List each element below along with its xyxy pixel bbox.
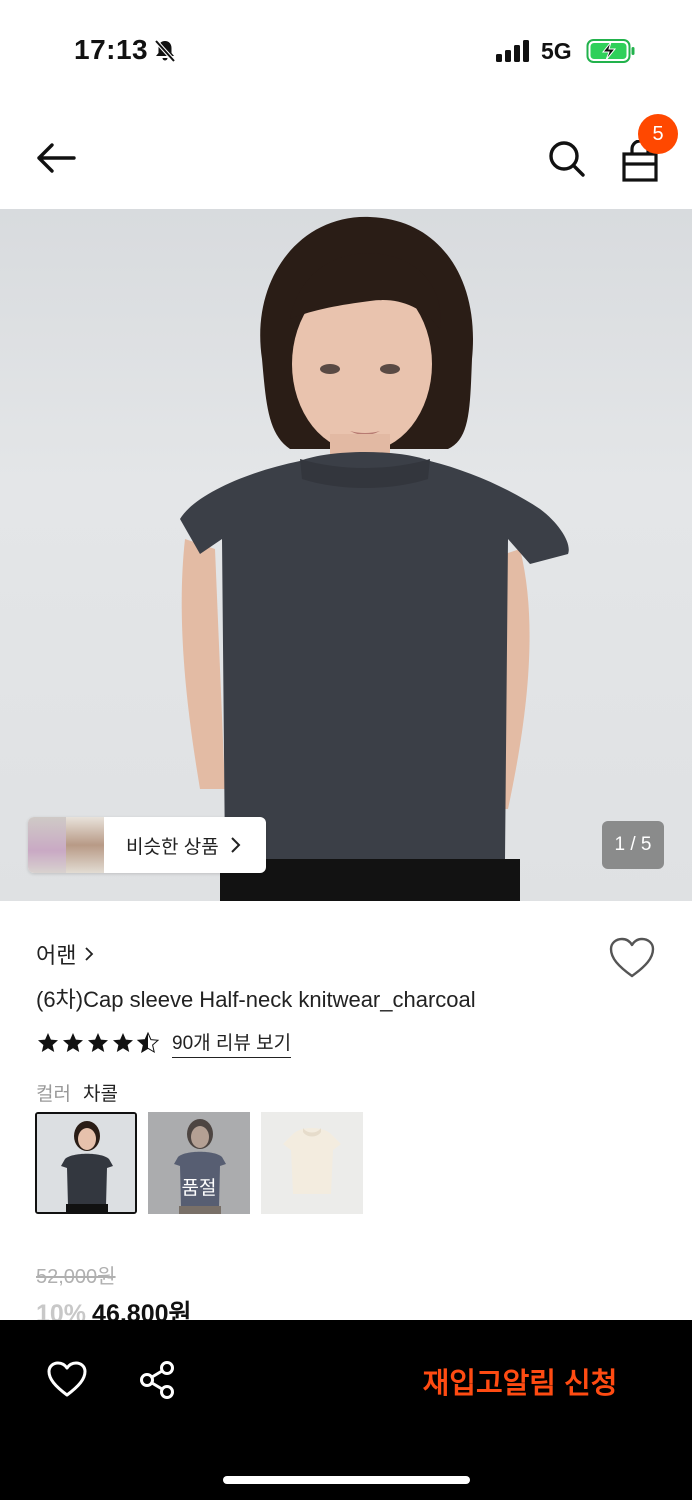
- image-page-indicator: 1 / 5: [602, 821, 664, 869]
- status-time: 17:13: [74, 34, 149, 65]
- home-indicator[interactable]: [223, 1476, 470, 1484]
- color-selector-label: 컬러 차콜: [36, 1079, 118, 1106]
- network-label: 5G: [541, 38, 572, 64]
- soldout-label: 품절: [181, 1178, 217, 1199]
- share-icon: [140, 1361, 174, 1399]
- star-icon: [113, 1033, 133, 1052]
- restock-alert-button[interactable]: 재입고알림 신청: [400, 1350, 640, 1412]
- battery-charging-icon: [586, 38, 636, 69]
- back-arrow-icon: [37, 143, 76, 173]
- reviews-link[interactable]: 90개 리뷰 보기: [172, 1028, 292, 1058]
- cart-count-badge: 5: [638, 114, 678, 154]
- similar-items-thumbnail: [28, 817, 104, 873]
- brand-name: 어랜: [36, 943, 77, 968]
- signal-icon: [496, 40, 532, 67]
- original-price: 52,000원: [36, 1266, 116, 1288]
- product-image-gallery[interactable]: 비슷한 상품 1 / 5: [0, 209, 692, 901]
- selected-color-value: 차콜: [82, 1084, 118, 1105]
- brand-link[interactable]: 어랜: [36, 938, 94, 970]
- similar-items-label: 비슷한 상품: [126, 836, 219, 858]
- swatch-image: [37, 1114, 135, 1212]
- back-button[interactable]: [30, 132, 82, 184]
- search-button[interactable]: [540, 132, 594, 186]
- star-icon: [88, 1033, 108, 1052]
- swatch-image: [261, 1112, 363, 1214]
- star-icon: [38, 1033, 58, 1052]
- similar-items-button[interactable]: 비슷한 상품: [28, 817, 266, 873]
- wishlist-button[interactable]: [608, 936, 656, 982]
- chevron-right-icon: [85, 947, 94, 961]
- color-swatches: 품절: [35, 1112, 363, 1214]
- half-star-icon: [136, 1031, 160, 1054]
- bell-slash-icon: [152, 38, 178, 69]
- swatch-charcoal[interactable]: [35, 1112, 137, 1214]
- bottom-action-bar: 재입고알림 신청: [0, 1320, 692, 1500]
- product-title: (6차)Cap sleeve Half-neck knitwear_charco…: [36, 987, 476, 1012]
- chevron-right-icon: [230, 837, 241, 853]
- color-label: 컬러: [36, 1084, 71, 1105]
- swatch-navy-soldout[interactable]: 품절: [148, 1112, 250, 1214]
- heart-icon: [47, 1361, 87, 1397]
- star-rating: [36, 1031, 160, 1055]
- share-button[interactable]: [138, 1360, 178, 1400]
- star-icon: [63, 1033, 83, 1052]
- search-icon: [549, 141, 585, 177]
- rating-row: 90개 리뷰 보기: [36, 1028, 292, 1058]
- status-bar: 17:13 5G: [0, 0, 692, 100]
- swatch-ivory[interactable]: [261, 1112, 363, 1214]
- bottom-wishlist-button[interactable]: [46, 1360, 88, 1400]
- heart-outline-icon: [609, 937, 655, 978]
- top-nav: [0, 110, 692, 206]
- product-photo: [180, 216, 569, 901]
